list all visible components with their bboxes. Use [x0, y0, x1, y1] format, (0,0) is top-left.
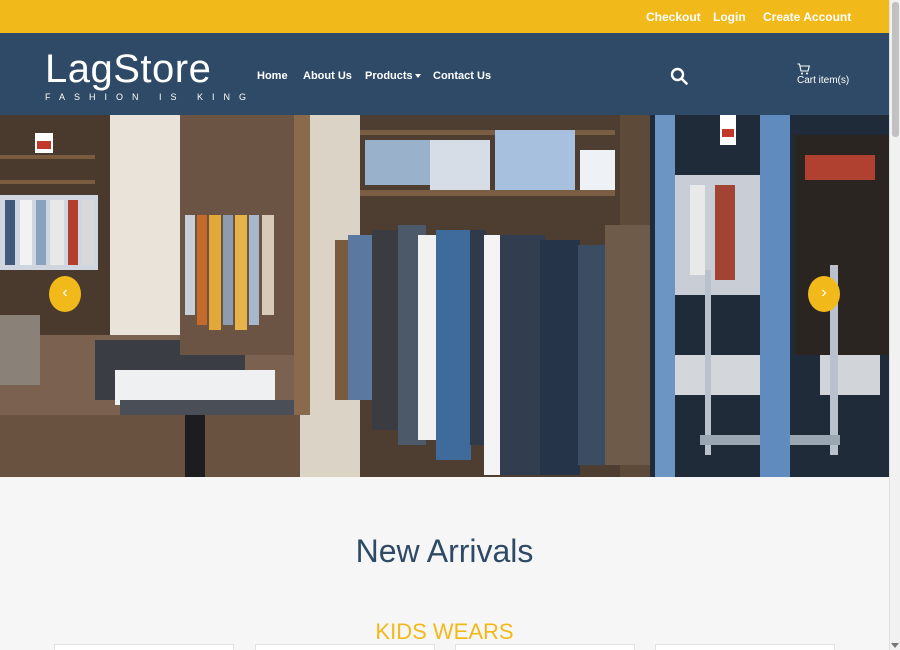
section-heading: New Arrivals — [355, 533, 534, 569]
hero-store-image — [0, 115, 889, 477]
hero-carousel — [0, 115, 889, 477]
search-icon[interactable] — [670, 67, 688, 85]
cart-icon — [797, 63, 810, 75]
chevron-right-icon: › — [821, 284, 827, 301]
nav-home[interactable]: Home — [257, 70, 288, 82]
top-bar: Checkout Login Create Account — [0, 0, 889, 33]
cart-label: Cart item(s) — [797, 75, 850, 86]
page-scrollbar[interactable] — [889, 0, 900, 650]
scrollbar-thumb[interactable] — [892, 2, 899, 137]
brand-tagline: FASHION IS KING — [45, 92, 256, 102]
cart-link[interactable]: Cart item(s) — [797, 63, 849, 86]
nav-products-label: Products — [365, 70, 413, 82]
carousel-next-button[interactable]: › — [808, 276, 840, 312]
create-account-link[interactable]: Create Account — [763, 10, 851, 24]
product-card[interactable] — [255, 644, 435, 650]
nav-products-dropdown[interactable]: Products — [365, 70, 421, 82]
product-card[interactable] — [655, 644, 835, 650]
nav-contact[interactable]: Contact Us — [433, 70, 491, 82]
product-card[interactable] — [54, 644, 234, 650]
brand-name: LagStore — [45, 47, 212, 91]
nav-about[interactable]: About Us — [303, 70, 352, 82]
product-card[interactable] — [455, 644, 635, 650]
chevron-left-icon: ‹ — [62, 284, 68, 301]
category-heading: KIDS WEARS — [375, 619, 514, 644]
login-link[interactable]: Login — [713, 10, 746, 24]
checkout-link[interactable]: Checkout — [646, 10, 701, 24]
carousel-prev-button[interactable]: ‹ — [49, 276, 81, 312]
caret-down-icon — [414, 74, 421, 79]
brand-logo[interactable]: LagStore FASHION IS KING — [45, 47, 255, 102]
scroll-down-arrow-icon[interactable] — [891, 643, 899, 648]
main-navbar: LagStore FASHION IS KING Home About Us P… — [0, 33, 889, 115]
